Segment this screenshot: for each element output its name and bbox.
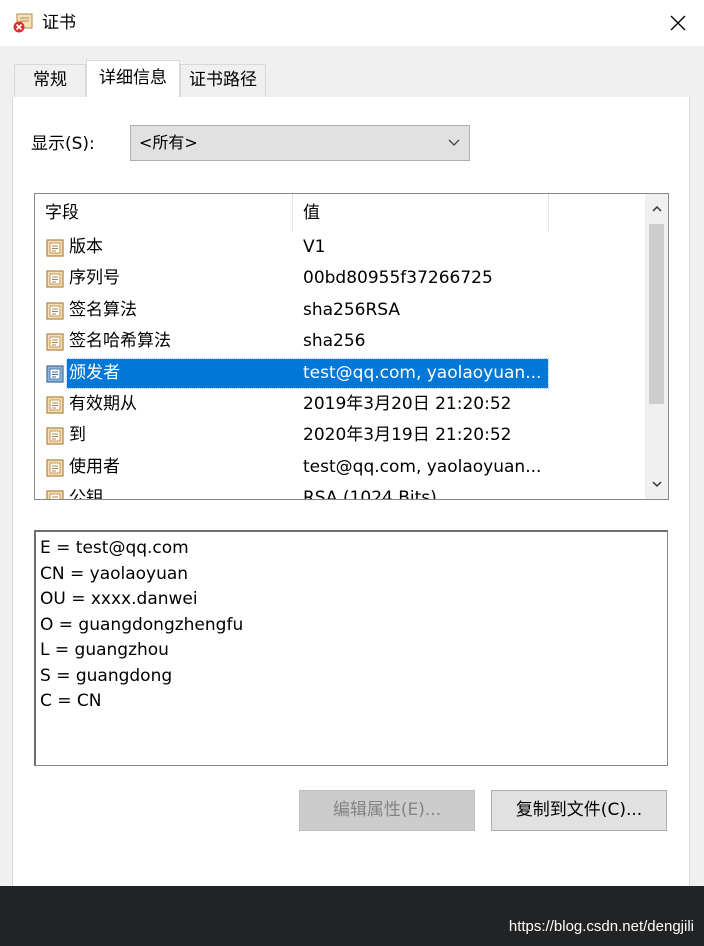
field-property-icon <box>46 427 64 445</box>
table-row[interactable]: 版本 V1 <box>35 232 647 263</box>
close-button[interactable] <box>660 6 696 40</box>
dialog-frame-left <box>0 46 12 886</box>
row-field-value: sha256 <box>303 331 366 351</box>
field-property-icon <box>46 333 64 351</box>
detail-line: OU = xxxx.danwei <box>40 589 198 609</box>
title-bar: 证书 <box>0 0 704 46</box>
chevron-down-icon <box>448 139 460 146</box>
row-field-value: 2020年3月19日 21:20:52 <box>303 425 512 445</box>
dialog-frame-right <box>689 46 704 886</box>
row-field-value: sha256RSA <box>303 300 401 320</box>
row-field-value: 00bd80955f37266725 <box>303 268 493 288</box>
detail-line: C = CN <box>40 691 102 711</box>
window-title: 证书 <box>42 13 76 33</box>
close-icon <box>670 15 686 31</box>
footer-bar <box>0 886 704 946</box>
detail-line: S = guangdong <box>40 665 173 686</box>
row-field-name: 颁发者 <box>69 363 120 383</box>
detail-line: CN = yaolaoyuan <box>40 563 189 584</box>
field-property-icon <box>46 302 64 320</box>
table-row[interactable]: 序列号 00bd80955f37266725 <box>35 263 647 294</box>
row-field-value: RSA (1024 Bits) <box>303 488 437 500</box>
table-row[interactable]: 有效期从 2019年3月20日 21:20:52 <box>35 389 647 420</box>
detail-line: E = test@qq.com <box>40 538 189 558</box>
scroll-down-button[interactable] <box>645 473 668 495</box>
field-detail-textbox[interactable]: E = test@qq.com CN = yaolaoyuan OU = xxxx.… <box>34 530 668 766</box>
tab-certification-path[interactable]: 证书路径 <box>180 64 266 98</box>
field-property-icon <box>46 365 64 383</box>
field-property-icon <box>46 239 64 257</box>
list-header: 字段 值 <box>35 194 647 232</box>
edit-properties-button[interactable]: 编辑属性(E)... <box>299 790 475 831</box>
row-field-value: test@qq.com, yaolaoyuan... <box>303 457 542 477</box>
tab-details[interactable]: 详细信息 <box>86 60 180 99</box>
column-header-value[interactable]: 值 <box>293 194 549 232</box>
row-field-name: 版本 <box>69 237 103 257</box>
row-field-value: 2019年3月20日 21:20:52 <box>303 394 512 414</box>
fields-list[interactable]: 字段 值 版本 V1 序列号 00bd80955f37266725 签名算法 sha256… <box>34 193 669 500</box>
table-row[interactable]: 使用者 test@qq.com, yaolaoyuan... <box>35 452 647 483</box>
row-field-value: test@qq.com, yaolaoyuan... <box>303 363 542 383</box>
table-row[interactable]: 签名哈希算法 sha256 <box>35 326 647 357</box>
row-field-name: 签名哈希算法 <box>69 331 171 351</box>
row-field-name: 到 <box>69 425 86 445</box>
field-property-icon <box>46 459 64 477</box>
show-dropdown[interactable]: <所有> <box>130 125 470 161</box>
row-field-name: 序列号 <box>69 268 120 288</box>
column-header-field[interactable]: 字段 <box>35 194 293 232</box>
tab-general[interactable]: 常规 <box>14 64 86 98</box>
show-label: 显示(S): <box>31 134 95 154</box>
scroll-thumb[interactable] <box>649 224 664 404</box>
certificate-error-icon <box>13 13 33 33</box>
field-property-icon <box>46 396 64 414</box>
row-field-name: 签名算法 <box>69 300 137 320</box>
detail-line: L = guangzhou <box>40 640 169 660</box>
copy-to-file-button[interactable]: 复制到文件(C)... <box>491 790 667 831</box>
row-field-name: 有效期从 <box>69 394 137 414</box>
table-row[interactable]: 到 2020年3月19日 21:20:52 <box>35 420 647 451</box>
show-dropdown-value: <所有> <box>139 133 198 152</box>
table-row[interactable]: 颁发者 test@qq.com, yaolaoyuan... <box>35 358 647 389</box>
table-row[interactable]: 签名算法 sha256RSA <box>35 295 647 326</box>
detail-line: O = guangdongzhengfu <box>40 614 244 635</box>
scroll-up-button[interactable] <box>645 198 668 220</box>
table-row[interactable]: 公钥 RSA (1024 Bits) <box>35 483 647 500</box>
row-field-name: 使用者 <box>69 457 120 477</box>
chevron-down-icon <box>651 481 662 488</box>
row-field-value: V1 <box>303 237 326 257</box>
list-scrollbar[interactable] <box>645 194 668 499</box>
watermark: https://blog.csdn.net/dengjili <box>508 918 694 935</box>
field-property-icon <box>46 270 64 288</box>
row-field-name: 公钥 <box>69 488 103 500</box>
chevron-up-icon <box>651 205 662 212</box>
field-property-icon <box>46 490 64 499</box>
